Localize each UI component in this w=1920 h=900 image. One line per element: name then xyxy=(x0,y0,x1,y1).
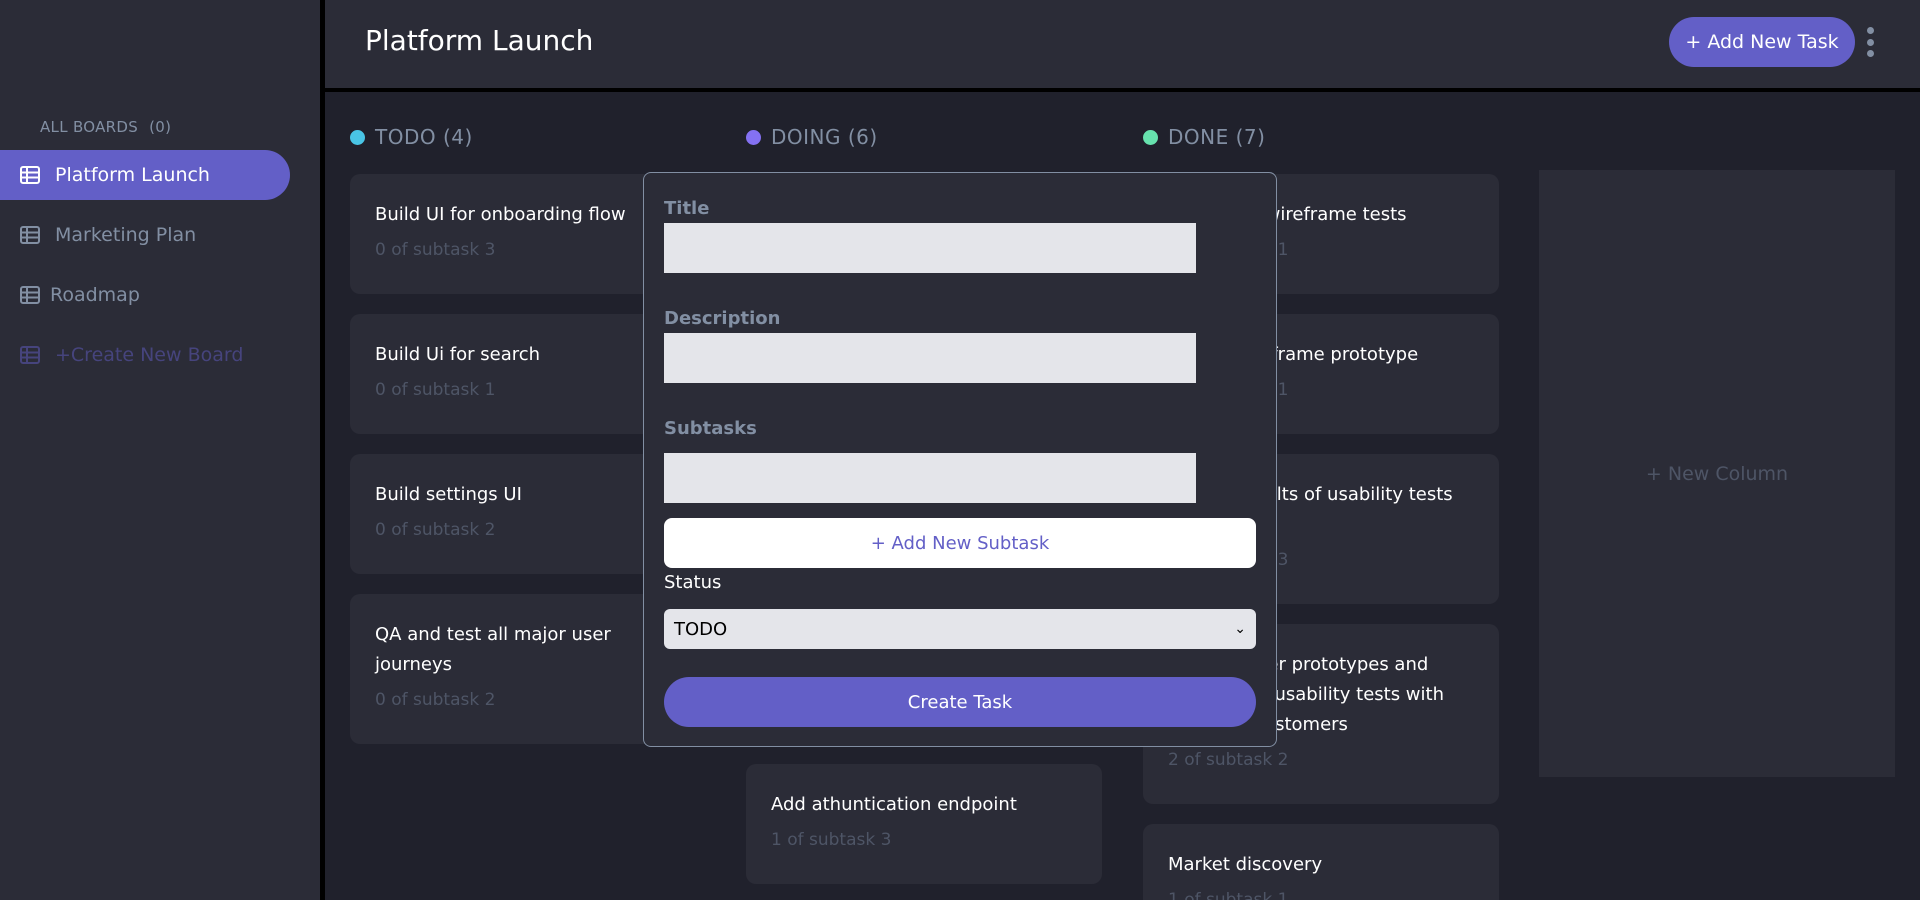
task-title: Market discovery xyxy=(1168,854,1323,875)
sidebar-item-label: Platform Launch xyxy=(55,164,210,186)
column-title: DOING (6) xyxy=(771,125,878,149)
title-label: Title xyxy=(664,198,710,219)
task-subtasks: 0 of subtask 1 xyxy=(375,380,496,400)
sidebar: ALL BOARDS (0) Platform Launch Marketing… xyxy=(0,0,320,900)
column-dot-icon xyxy=(746,129,761,145)
sidebar-item-roadmap[interactable]: Roadmap xyxy=(0,270,290,320)
task-title: Add athuntication endpoint xyxy=(771,794,1017,815)
sidebar-item-marketing-plan[interactable]: Marketing Plan xyxy=(0,210,290,260)
task-subtasks: 1 of subtask 3 xyxy=(771,830,892,850)
status-value: TODO xyxy=(674,618,728,640)
kebab-menu-icon[interactable] xyxy=(1862,27,1878,57)
task-card[interactable]: Add athuntication endpoint 1 of subtask … xyxy=(746,764,1102,884)
column-dot-icon xyxy=(350,129,365,145)
task-subtasks: 0 of subtask 2 xyxy=(375,690,496,710)
new-column-button[interactable]: + New Column xyxy=(1539,170,1895,777)
column-todo: TODO (4) Build UI for onboarding flow 0 … xyxy=(350,124,706,744)
column-doing: DOING (6) Add athuntication endpoint 1 o… xyxy=(746,124,1102,884)
description-input[interactable] xyxy=(664,333,1196,383)
task-card[interactable]: Market discovery 1 of subtask 1 xyxy=(1143,824,1499,900)
create-new-board-label: +Create New Board xyxy=(55,344,244,366)
task-subtasks: 1 of subtask 1 xyxy=(1168,890,1289,900)
task-subtasks: 0 of subtask 2 xyxy=(375,520,496,540)
column-done: DONE (7) Conduct 5 wireframe tests 1 of … xyxy=(1143,124,1499,900)
page-title: Platform Launch xyxy=(365,24,594,57)
header: Platform Launch + Add New Task xyxy=(325,0,1920,88)
column-title: TODO (4) xyxy=(375,125,473,149)
status-label: Status xyxy=(664,572,722,593)
status-select[interactable]: TODO ⌄ xyxy=(664,609,1256,649)
task-subtasks: 2 of subtask 2 xyxy=(1168,750,1289,770)
sidebar-divider xyxy=(320,0,325,900)
task-subtasks: 0 of subtask 3 xyxy=(375,240,496,260)
app: ALL BOARDS (0) Platform Launch Marketing… xyxy=(0,0,1920,900)
column-header: DONE (7) xyxy=(1143,124,1499,150)
create-new-board-button[interactable]: +Create New Board xyxy=(0,330,290,380)
sidebar-item-platform-launch[interactable]: Platform Launch xyxy=(0,150,290,200)
subtasks-label: Subtasks xyxy=(664,418,757,439)
board-icon xyxy=(20,286,40,304)
column-header: TODO (4) xyxy=(350,124,706,150)
description-label: Description xyxy=(664,308,781,329)
add-task-modal: Title Description Subtasks + Add New Sub… xyxy=(643,172,1277,747)
add-new-task-button[interactable]: + Add New Task xyxy=(1669,17,1855,67)
create-task-button[interactable]: Create Task xyxy=(664,677,1256,727)
column-header: DOING (6) xyxy=(746,124,1102,150)
sidebar-item-label: Marketing Plan xyxy=(55,224,197,246)
task-title: Build settings UI xyxy=(375,484,522,505)
chevron-down-icon: ⌄ xyxy=(1234,621,1246,637)
task-title: QA and test all major user journeys xyxy=(375,624,611,675)
task-title: Build Ui for search xyxy=(375,344,541,365)
header-divider xyxy=(325,88,1920,92)
board-icon xyxy=(20,346,40,364)
new-column-label: + New Column xyxy=(1645,462,1789,485)
title-input[interactable] xyxy=(664,223,1196,273)
sidebar-item-label: Roadmap xyxy=(50,284,140,306)
column-dot-icon xyxy=(1143,129,1158,145)
board-icon xyxy=(20,226,40,244)
all-boards-label: ALL BOARDS xyxy=(40,118,139,136)
column-title: DONE (7) xyxy=(1168,125,1266,149)
subtask-input[interactable] xyxy=(664,453,1196,503)
all-boards-heading: ALL BOARDS (0) xyxy=(40,118,171,136)
task-title: Build UI for onboarding flow xyxy=(375,204,626,225)
add-new-subtask-button[interactable]: + Add New Subtask xyxy=(664,518,1256,568)
board-icon xyxy=(20,166,40,184)
board-count: (0) xyxy=(149,118,172,136)
